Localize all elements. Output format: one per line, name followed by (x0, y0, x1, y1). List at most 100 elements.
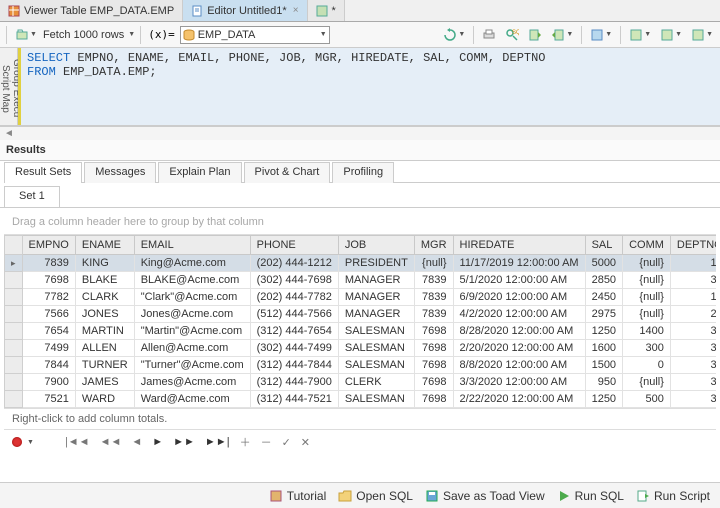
cell-sal[interactable]: 5000 (585, 255, 622, 272)
table-row[interactable]: 7900JAMESJames@Acme.com(312) 444-7900CLE… (5, 374, 717, 391)
table-row[interactable]: 7499ALLENAllen@Acme.com(302) 444-7499SAL… (5, 340, 717, 357)
cell-phone[interactable]: (202) 444-1212 (250, 255, 338, 272)
cell-empno[interactable]: 7839 (22, 255, 75, 272)
tab-editor[interactable]: Editor Untitled1* × (183, 0, 307, 21)
col-header[interactable]: HIREDATE (453, 236, 585, 255)
cell-deptno[interactable]: 30 (670, 323, 716, 340)
cell-empno[interactable]: 7698 (22, 272, 75, 289)
row-handle[interactable] (5, 323, 23, 340)
tab-viewer[interactable]: Viewer Table EMP_DATA.EMP (0, 0, 183, 21)
col-header[interactable]: SAL (585, 236, 622, 255)
cell-empno[interactable]: 7782 (22, 289, 75, 306)
tab-profiling[interactable]: Profiling (332, 162, 394, 183)
cell-mgr[interactable]: 7698 (414, 357, 453, 374)
table-row[interactable]: 7698BLAKEBLAKE@Acme.com(302) 444-7698MAN… (5, 272, 717, 289)
tab-untitled[interactable]: * (308, 0, 345, 21)
col-header[interactable]: ENAME (75, 236, 134, 255)
nav-remove-button[interactable]: － (258, 434, 275, 450)
cell-hiredate[interactable]: 11/17/2019 12:00:00 AM (453, 255, 585, 272)
table-row[interactable]: 7654MARTIN"Martin"@Acme.com(312) 444-765… (5, 323, 717, 340)
record-icon[interactable] (12, 437, 22, 447)
row-handle[interactable]: ▸ (5, 255, 23, 272)
bookmark-button[interactable]: ▼ (587, 25, 615, 45)
cell-mgr[interactable]: 7839 (414, 306, 453, 323)
cell-email[interactable]: "Clark"@Acme.com (134, 289, 250, 306)
cell-empno[interactable]: 7844 (22, 357, 75, 374)
col-header[interactable]: EMPNO (22, 236, 75, 255)
nav-prev-button[interactable]: ◄ (128, 436, 145, 448)
cell-email[interactable]: James@Acme.com (134, 374, 250, 391)
open-button[interactable]: ▼ (12, 25, 40, 45)
cell-email[interactable]: "Martin"@Acme.com (134, 323, 250, 340)
group-by-hint[interactable]: Drag a column header here to group by th… (4, 210, 716, 235)
cell-email[interactable]: Ward@Acme.com (134, 391, 250, 408)
cell-ename[interactable]: ALLEN (75, 340, 134, 357)
cell-phone[interactable]: (302) 444-7499 (250, 340, 338, 357)
cell-mgr[interactable]: 7839 (414, 289, 453, 306)
cell-hiredate[interactable]: 2/22/2020 12:00:00 AM (453, 391, 585, 408)
row-handle[interactable] (5, 272, 23, 289)
cell-phone[interactable]: (202) 444-7782 (250, 289, 338, 306)
cell-empno[interactable]: 7499 (22, 340, 75, 357)
cell-sal[interactable]: 2850 (585, 272, 622, 289)
tab-result-sets[interactable]: Result Sets (4, 162, 82, 183)
cell-comm[interactable]: 300 (623, 340, 671, 357)
tutorial-button[interactable]: Tutorial (269, 489, 327, 503)
cell-mgr[interactable]: 7698 (414, 323, 453, 340)
run-script-button[interactable]: Run Script (636, 489, 710, 503)
tab-explain-plan[interactable]: Explain Plan (158, 162, 241, 183)
tab-pivot-chart[interactable]: Pivot & Chart (244, 162, 331, 183)
cell-job[interactable]: MANAGER (338, 306, 414, 323)
cell-hiredate[interactable]: 6/9/2020 12:00:00 AM (453, 289, 585, 306)
cell-phone[interactable]: (312) 444-7521 (250, 391, 338, 408)
col-header[interactable]: EMAIL (134, 236, 250, 255)
nav-prev-page-button[interactable]: ◄◄ (97, 436, 125, 448)
print-button[interactable] (479, 25, 499, 45)
cell-sal[interactable]: 2975 (585, 306, 622, 323)
cell-phone[interactable]: (312) 444-7654 (250, 323, 338, 340)
cell-job[interactable]: MANAGER (338, 272, 414, 289)
cell-deptno[interactable]: 30 (670, 374, 716, 391)
col-header[interactable]: COMM (623, 236, 671, 255)
cell-empno[interactable]: 7654 (22, 323, 75, 340)
cell-ename[interactable]: TURNER (75, 357, 134, 374)
cell-mgr[interactable]: {null} (414, 255, 453, 272)
open-sql-button[interactable]: Open SQL (338, 489, 413, 503)
row-handle[interactable] (5, 306, 23, 323)
cell-deptno[interactable]: 20 (670, 306, 716, 323)
row-handle[interactable] (5, 289, 23, 306)
row-handle[interactable] (5, 374, 23, 391)
table-row[interactable]: ▸7839KINGKing@Acme.com(202) 444-1212PRES… (5, 255, 717, 272)
row-handle[interactable] (5, 340, 23, 357)
col-header[interactable]: MGR (414, 236, 453, 255)
cell-mgr[interactable]: 7698 (414, 374, 453, 391)
cell-mgr[interactable]: 7839 (414, 272, 453, 289)
cell-email[interactable]: Allen@Acme.com (134, 340, 250, 357)
misc-button-2[interactable]: ▼ (657, 25, 685, 45)
cell-hiredate[interactable]: 8/8/2020 12:00:00 AM (453, 357, 585, 374)
cell-sal[interactable]: 2450 (585, 289, 622, 306)
find-button[interactable]: SQL (502, 25, 522, 45)
cell-job[interactable]: CLERK (338, 374, 414, 391)
chevron-down-icon[interactable]: ▼ (128, 31, 135, 38)
tab-set-1[interactable]: Set 1 (4, 186, 60, 207)
scroll-left-icon[interactable]: ◄ (4, 128, 14, 139)
nav-last-button[interactable]: ►►| (202, 436, 233, 448)
sql-editor[interactable]: SELECT EMPNO, ENAME, EMAIL, PHONE, JOB, … (18, 48, 720, 125)
cell-job[interactable]: PRESIDENT (338, 255, 414, 272)
cell-sal[interactable]: 1500 (585, 357, 622, 374)
col-header[interactable]: PHONE (250, 236, 338, 255)
cell-empno[interactable]: 7566 (22, 306, 75, 323)
cell-ename[interactable]: JONES (75, 306, 134, 323)
close-icon[interactable]: × (293, 5, 299, 16)
cell-job[interactable]: SALESMAN (338, 323, 414, 340)
cell-hiredate[interactable]: 8/28/2020 12:00:00 AM (453, 323, 585, 340)
cell-phone[interactable]: (512) 444-7566 (250, 306, 338, 323)
export-button[interactable] (525, 25, 545, 45)
nav-first-button[interactable]: |◄◄ (62, 436, 93, 448)
cell-hiredate[interactable]: 5/1/2020 12:00:00 AM (453, 272, 585, 289)
chevron-down-icon[interactable]: ▼ (27, 439, 34, 446)
cell-sal[interactable]: 950 (585, 374, 622, 391)
cell-comm[interactable]: {null} (623, 374, 671, 391)
misc-button-1[interactable]: ▼ (626, 25, 654, 45)
